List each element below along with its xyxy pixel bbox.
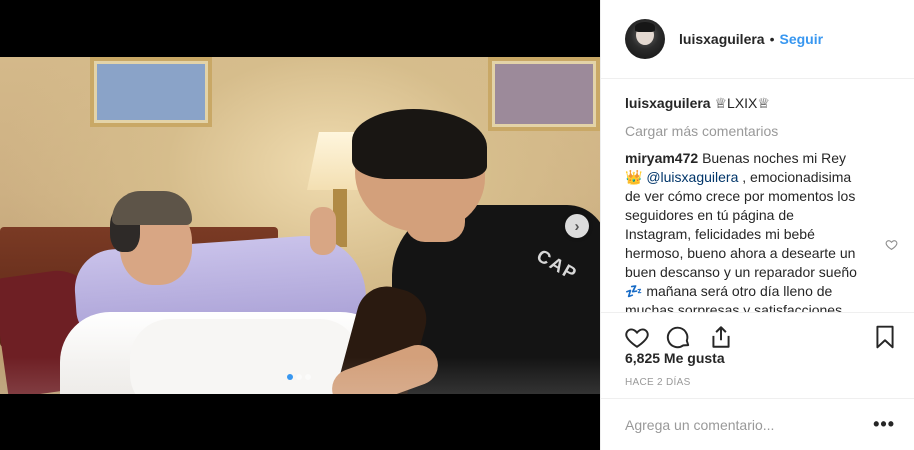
comment-input[interactable] (625, 416, 874, 433)
share-icon (712, 325, 730, 348)
comment-username[interactable]: miryam472 (625, 150, 698, 166)
load-more-comments-button[interactable]: Cargar más comentarios (625, 123, 891, 139)
caption-text: ♕LXIX♕ (714, 95, 770, 111)
comment-mention-link[interactable]: @luisxaguilera (646, 169, 738, 185)
follow-button[interactable]: Seguir (780, 31, 824, 47)
comment-item: miryam472 Buenas noches mi Rey 👑 @luisxa… (625, 149, 898, 312)
carousel-dot (305, 374, 311, 380)
heart-icon[interactable] (885, 237, 899, 251)
cap (112, 191, 192, 225)
separator-dot: • (769, 31, 775, 47)
avatar[interactable] (625, 19, 665, 59)
carousel-next-button[interactable]: › (565, 214, 589, 238)
carousel-indicator (287, 374, 311, 380)
post-header: luisxaguilera • Seguir (601, 0, 914, 79)
post-viewer: CAP › luisxaguilera • Seguir luisxaguile… (0, 0, 914, 450)
save-button[interactable] (871, 323, 899, 351)
post-caption: luisxaguilera ♕LXIX♕ (625, 94, 891, 112)
post-actions (601, 312, 914, 354)
likes-count[interactable]: 6,825 Me gusta (625, 350, 725, 366)
post-timestamp[interactable]: HACE 2 DÍAS (625, 377, 691, 388)
carousel-dot (287, 374, 293, 380)
header-username[interactable]: luisxaguilera (679, 31, 765, 47)
chevron-right-icon: › (574, 217, 580, 235)
bookmark-icon (876, 325, 894, 348)
share-button[interactable] (707, 323, 735, 351)
caption-username[interactable]: luisxaguilera (625, 95, 711, 111)
post-photo[interactable]: CAP (0, 57, 600, 394)
comments-list[interactable]: luisxaguilera ♕LXIX♕ Cargar más comentar… (601, 80, 914, 312)
post-sidebar: luisxaguilera • Seguir luisxaguilera ♕LX… (600, 0, 914, 450)
like-button[interactable] (623, 323, 651, 351)
media-area: CAP › (0, 0, 600, 450)
comment-text: , emocionadisima de ver cómo crece por m… (625, 169, 857, 312)
add-comment-section: ••• (601, 398, 914, 450)
heart-icon (625, 327, 649, 348)
wall-painting (488, 57, 600, 131)
more-options-button[interactable]: ••• (873, 414, 895, 435)
comment-button[interactable] (665, 323, 693, 351)
comment-icon (666, 326, 690, 348)
wall-painting (90, 57, 212, 127)
carousel-dot (296, 374, 302, 380)
